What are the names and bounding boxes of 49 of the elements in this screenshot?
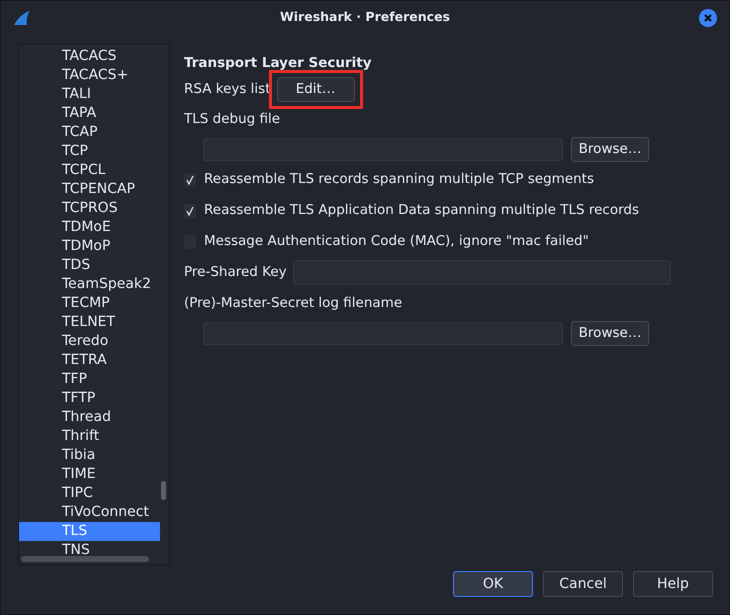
sidebar-item[interactable]: TACACS+ xyxy=(19,66,160,85)
sidebar-item[interactable]: Teredo xyxy=(19,332,160,351)
sidebar-item[interactable]: Thread xyxy=(19,408,160,427)
sidebar-item[interactable]: TIPC xyxy=(19,484,160,503)
browse-button[interactable]: Browse… xyxy=(571,320,649,346)
sidebar-item[interactable]: TCP xyxy=(19,142,160,161)
browse-button[interactable]: Browse… xyxy=(571,136,649,162)
sidebar-item[interactable]: TFP xyxy=(19,370,160,389)
sidebar-item[interactable]: TNS xyxy=(19,541,160,556)
checkbox[interactable] xyxy=(184,172,196,186)
sidebar-item[interactable]: TDMoP xyxy=(19,237,160,256)
dialog-button[interactable]: Help xyxy=(633,571,713,597)
sidebar-item[interactable]: TIME xyxy=(19,465,160,484)
checkbox-label: Reassemble TLS Application Data spanning multiple TLS records xyxy=(204,201,640,220)
sidebar-item[interactable]: TETRA xyxy=(19,351,160,370)
field-label: Pre-Shared Key xyxy=(184,263,287,282)
window-title: Wireshark · Preferences xyxy=(278,8,451,26)
checkbox-label: Message Authentication Code (MAC), ignore "mac failed" xyxy=(204,232,589,252)
sidebar-item[interactable]: TCPROS xyxy=(19,199,160,218)
sidebar-item[interactable]: TCAP xyxy=(19,123,160,142)
sidebar-item[interactable]: TALI xyxy=(19,85,160,104)
sidebar-item[interactable]: Thrift xyxy=(19,427,160,446)
sidebar-item[interactable]: TDS xyxy=(19,256,160,275)
dialog-button[interactable]: OK xyxy=(453,571,533,597)
close-button[interactable] xyxy=(699,8,717,26)
field-label: TLS debug file xyxy=(184,110,280,129)
sidebar-item[interactable]: TELNET xyxy=(19,313,160,332)
shark-fin-icon xyxy=(13,10,31,26)
sidebar-item[interactable]: TLS xyxy=(19,522,160,541)
field-label: RSA keys list xyxy=(184,80,271,99)
sidebar-item[interactable]: TiVoConnect xyxy=(19,503,160,522)
sidebar-item[interactable]: TECMP xyxy=(19,294,160,313)
horizontal-scrollbar-thumb[interactable] xyxy=(21,556,149,562)
dialog-button[interactable]: Cancel xyxy=(543,571,623,597)
section-title: Transport Layer Security xyxy=(184,54,372,73)
sidebar-item[interactable]: TFTP xyxy=(19,389,160,408)
edit-button[interactable]: Edit… xyxy=(276,76,355,102)
sidebar-item[interactable]: TAPA xyxy=(19,104,160,123)
sidebar-item[interactable]: Tibia xyxy=(19,446,160,465)
close-icon xyxy=(703,12,713,22)
sidebar-item[interactable]: TACACS xyxy=(19,47,160,66)
vertical-scrollbar-thumb[interactable] xyxy=(161,481,166,500)
sidebar-item[interactable]: TDMoE xyxy=(19,218,160,237)
field-label: (Pre)-Master-Secret log filename xyxy=(184,294,402,313)
sidebar-item[interactable]: TCPCL xyxy=(19,161,160,180)
checkbox-label: Reassemble TLS records spanning multiple TCP segments xyxy=(204,170,594,190)
sidebar-item[interactable]: TeamSpeak2 xyxy=(19,275,160,294)
sidebar-item[interactable]: TCPENCAP xyxy=(19,180,160,199)
checkbox[interactable] xyxy=(184,204,196,218)
